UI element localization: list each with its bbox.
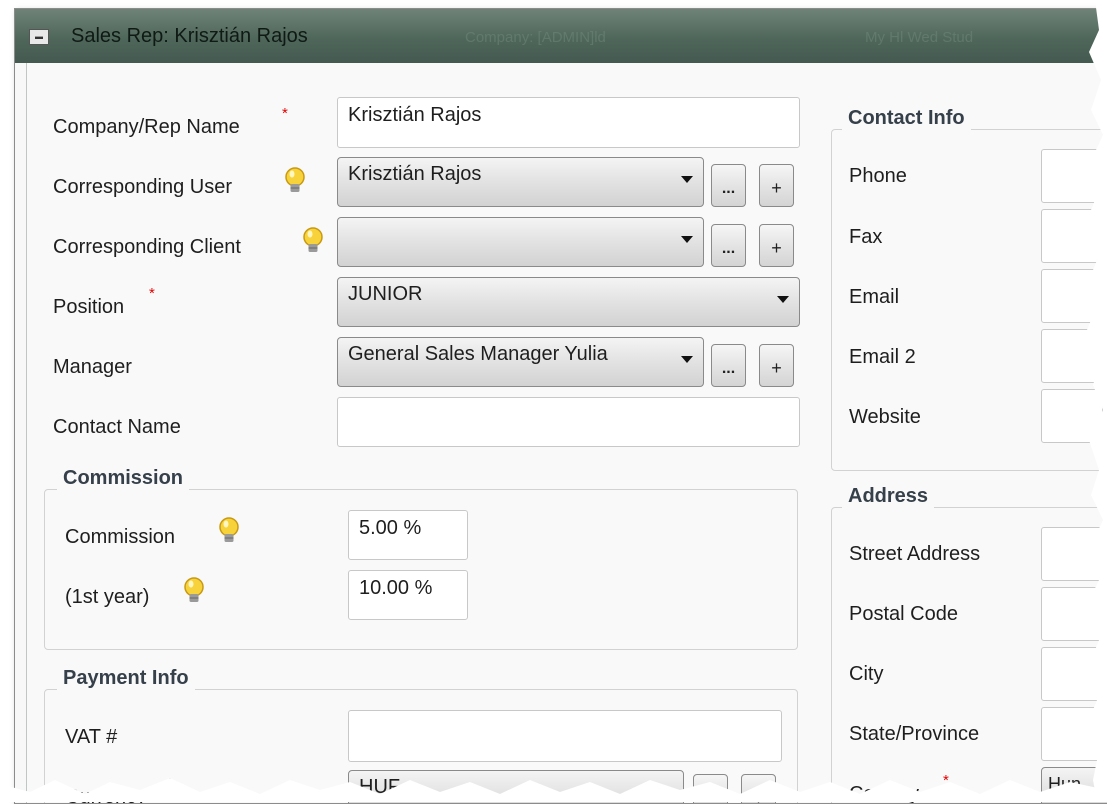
phone-label: Phone xyxy=(849,165,907,187)
fax-label: Fax xyxy=(849,226,883,248)
manager-value: General Sales Manager Yulia xyxy=(348,343,608,365)
manager-dropdown[interactable]: General Sales Manager Yulia xyxy=(337,337,704,387)
lightbulb-hint-icon[interactable] xyxy=(302,227,324,257)
form-content: Company/Rep Name * Krisztián Rajos Corre… xyxy=(26,63,1107,803)
contact-info-group-title: Contact Info xyxy=(842,107,971,130)
corresponding-user-browse-button[interactable]: ... xyxy=(711,164,746,207)
manager-browse-button[interactable]: ... xyxy=(711,344,746,387)
manager-label: Manager xyxy=(53,356,132,378)
corresponding-user-add-button[interactable]: + xyxy=(759,164,794,207)
corresponding-user-dropdown[interactable]: Krisztián Rajos xyxy=(337,157,704,207)
commission-group-title: Commission xyxy=(57,467,190,490)
corresponding-client-browse-button[interactable]: ... xyxy=(711,224,746,267)
postal-code-label: Postal Code xyxy=(849,603,958,625)
background-window-title: Company: [ADMIN]ld xyxy=(465,29,606,46)
commission-label: Commission xyxy=(65,526,176,548)
corresponding-client-add-button[interactable]: + xyxy=(759,224,794,267)
window-app-icon[interactable]: ▬ xyxy=(29,29,49,45)
lightbulb-hint-icon[interactable] xyxy=(284,167,306,197)
chevron-down-icon xyxy=(681,356,693,363)
website-label: Website xyxy=(849,406,921,428)
required-marker: * xyxy=(282,105,288,122)
email-label: Email xyxy=(849,286,900,308)
commission-input[interactable]: 5.00 % xyxy=(348,510,468,560)
contact-name-input[interactable] xyxy=(337,397,800,447)
first-year-commission-label: (1st year) xyxy=(65,586,150,608)
street-address-label: Street Address xyxy=(849,543,981,565)
corresponding-client-label: Corresponding Client xyxy=(53,236,241,258)
background-window-title: My Hl Wed Stud xyxy=(865,29,974,46)
address-group-title: Address xyxy=(842,485,935,508)
chevron-down-icon xyxy=(681,236,693,243)
city-label: City xyxy=(849,663,884,685)
email-2-label: Email 2 xyxy=(849,346,916,368)
position-label: Position xyxy=(53,296,125,318)
corresponding-user-label: Corresponding User xyxy=(53,176,232,198)
window-title: Sales Rep: Krisztián Rajos xyxy=(71,25,308,47)
vat-input[interactable] xyxy=(348,710,782,762)
company-rep-name-label: Company/Rep Name xyxy=(53,116,240,138)
state-province-label: State/Province xyxy=(849,723,980,745)
corresponding-user-value: Krisztián Rajos xyxy=(348,163,482,185)
chevron-down-icon xyxy=(681,176,693,183)
corresponding-client-dropdown[interactable] xyxy=(337,217,704,267)
manager-add-button[interactable]: + xyxy=(759,344,794,387)
lightbulb-hint-icon[interactable] xyxy=(218,517,240,547)
torn-edge-right xyxy=(1087,0,1107,802)
title-bar[interactable]: ▬ Sales Rep: Krisztián Rajos Company: [A… xyxy=(15,9,1107,63)
first-year-commission-input[interactable]: 10.00 % xyxy=(348,570,468,620)
required-marker: * xyxy=(149,285,155,302)
sales-rep-window: ▬ Sales Rep: Krisztián Rajos Company: [A… xyxy=(14,8,1107,804)
company-rep-name-input[interactable]: Krisztián Rajos xyxy=(337,97,800,148)
lightbulb-hint-icon[interactable] xyxy=(183,577,205,607)
chevron-down-icon xyxy=(777,296,789,303)
vat-label: VAT # xyxy=(65,726,118,748)
payment-info-group-title: Payment Info xyxy=(57,667,195,690)
position-dropdown[interactable]: JUNIOR xyxy=(337,277,800,327)
contact-name-label: Contact Name xyxy=(53,416,181,438)
position-value: JUNIOR xyxy=(348,283,423,305)
torn-edge-bottom xyxy=(0,778,1107,802)
